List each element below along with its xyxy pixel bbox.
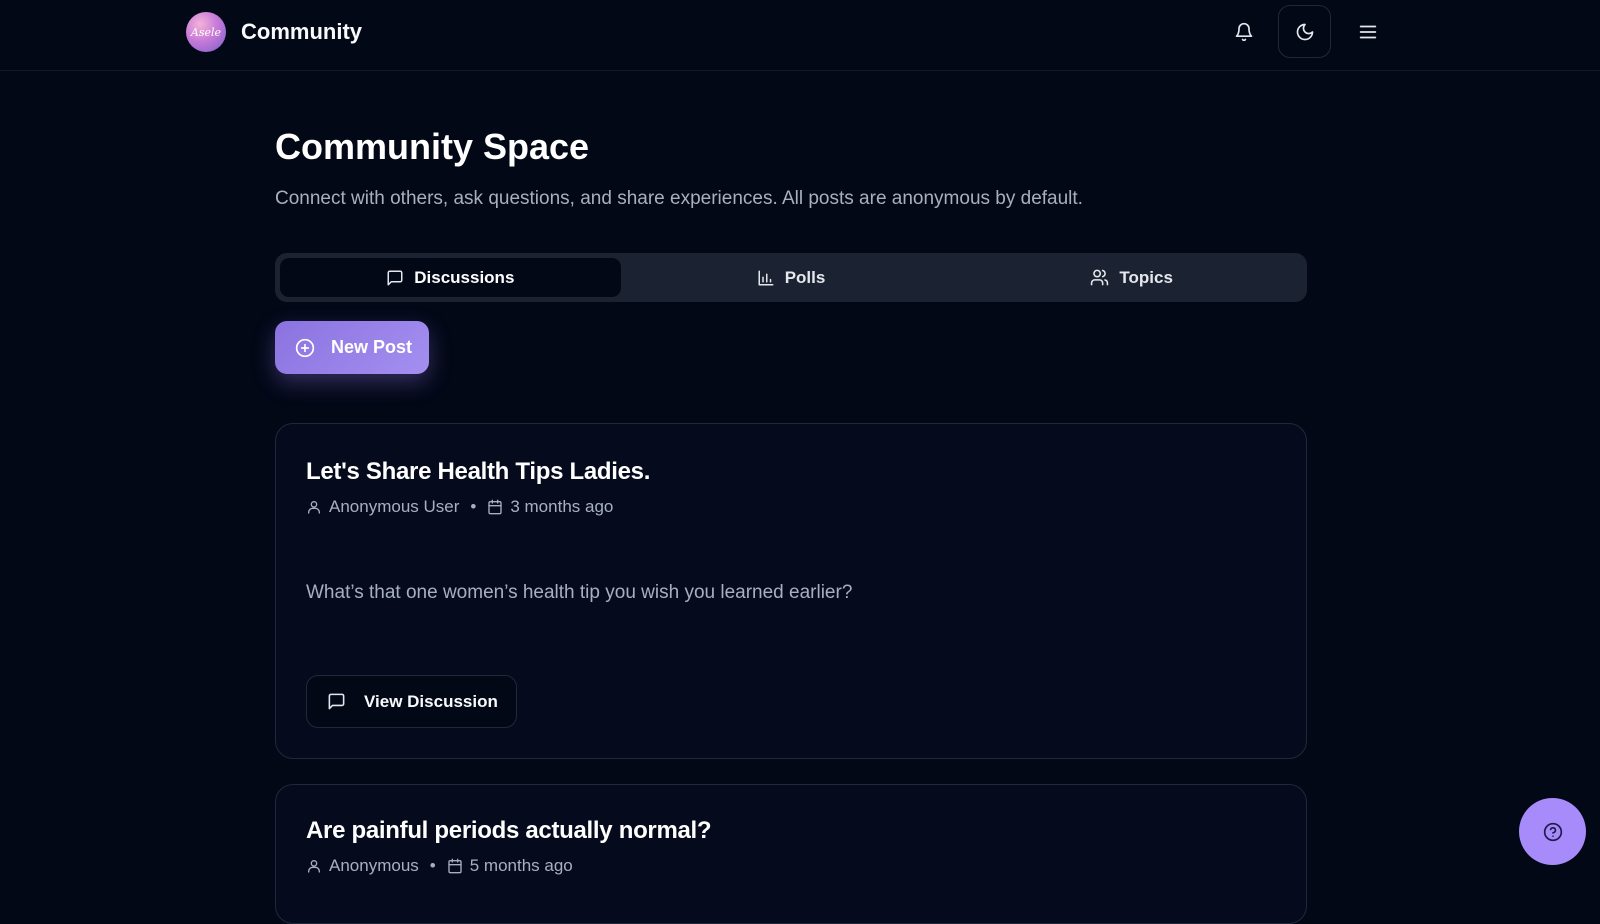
- post-author: Anonymous User: [329, 497, 460, 516]
- message-square-icon: [387, 270, 403, 285]
- plus-circle-icon: [295, 338, 315, 357]
- user-icon: [308, 860, 320, 873]
- new-post-label: New Post: [331, 337, 413, 357]
- tab-label: Polls: [784, 267, 826, 287]
- post-date: 5 months ago: [469, 856, 573, 875]
- users-icon: [1091, 269, 1109, 286]
- moon-icon: [1296, 23, 1313, 40]
- tab-label: Discussions: [414, 267, 515, 287]
- tab-discussions[interactable]: Discussions: [280, 258, 621, 297]
- tab-topics[interactable]: Topics: [961, 258, 1302, 297]
- tab-label: Topics: [1119, 267, 1173, 287]
- message-square-icon: [328, 693, 345, 710]
- section-tabs: Discussions Polls Topics: [275, 253, 1307, 302]
- post-card: Let's Share Health Tips Ladies. Anonymou…: [275, 423, 1307, 759]
- view-discussion-button[interactable]: View Discussion: [306, 675, 517, 728]
- calendar-icon: [488, 499, 503, 515]
- app-logo: Asele: [186, 12, 226, 52]
- tab-polls[interactable]: Polls: [621, 258, 962, 297]
- new-post-button[interactable]: New Post: [275, 321, 429, 374]
- user-icon: [308, 501, 320, 514]
- meta-separator: •: [429, 856, 436, 875]
- top-navigation-bar: Asele Community: [0, 0, 1600, 71]
- bar-chart-icon: [758, 270, 774, 285]
- post-title[interactable]: Let's Share Health Tips Ladies.: [306, 458, 650, 486]
- meta-separator: •: [470, 497, 477, 516]
- brand[interactable]: Asele Community: [186, 12, 362, 52]
- post-body: What’s that one women’s health tip you w…: [306, 582, 853, 603]
- notifications-button[interactable]: [1226, 14, 1262, 50]
- calendar-icon: [448, 858, 462, 874]
- bell-icon: [1235, 22, 1253, 42]
- view-discussion-label: View Discussion: [364, 691, 498, 711]
- help-button[interactable]: [1519, 798, 1586, 865]
- theme-toggle-button[interactable]: [1278, 5, 1331, 58]
- post-title[interactable]: Are painful periods actually normal?: [306, 817, 712, 845]
- post-card: Are painful periods actually normal? Ano…: [275, 784, 1307, 924]
- menu-button[interactable]: [1350, 14, 1386, 50]
- menu-icon: [1359, 25, 1377, 39]
- post-author: Anonymous: [329, 856, 419, 875]
- app-title: Community: [241, 19, 362, 44]
- post-date: 3 months ago: [510, 497, 614, 516]
- page-title: Community Space: [275, 126, 590, 167]
- post-meta: Anonymous • 5 months ago: [306, 856, 573, 876]
- help-circle-icon: [1543, 822, 1562, 841]
- post-meta: Anonymous User • 3 months ago: [306, 497, 613, 517]
- page-subtitle: Connect with others, ask questions, and …: [275, 188, 1083, 209]
